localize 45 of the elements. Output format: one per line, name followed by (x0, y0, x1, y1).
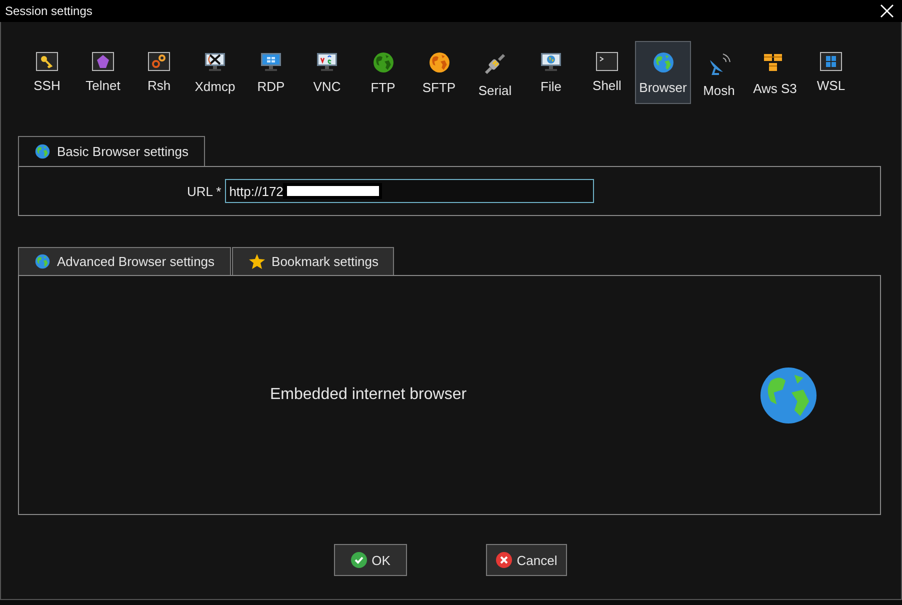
panel-text: Embedded internet browser (270, 386, 467, 404)
protocol-button[interactable]: Mosh (691, 41, 747, 104)
close-icon (880, 4, 894, 18)
check-icon (350, 552, 367, 568)
close-button[interactable] (880, 4, 894, 18)
protocol-button[interactable]: Serial (467, 41, 523, 104)
settings-tab[interactable]: Bookmark settings (232, 247, 394, 275)
settings-tab[interactable]: Advanced Browser settings (18, 247, 231, 275)
protocol-button[interactable]: Xdmcp (187, 41, 243, 104)
protocol-button[interactable]: FTP (355, 41, 411, 104)
protocol-button[interactable]: RDP (243, 41, 299, 104)
globe-icon (652, 52, 674, 73)
protocol-button[interactable]: Aws S3 (747, 41, 803, 104)
protocol-button[interactable]: File (523, 41, 579, 104)
protocol-button[interactable]: Shell (579, 41, 635, 104)
gem-icon (92, 52, 114, 71)
globe-icon (372, 52, 394, 73)
protocol-button[interactable]: VNC (299, 41, 355, 104)
url-label: URL * (187, 184, 222, 198)
protocol-button[interactable]: WSL (803, 41, 859, 104)
globe-icon (428, 52, 450, 73)
window-title: Session settings (5, 4, 92, 18)
vnc-monitor-icon (316, 52, 338, 72)
protocol-button[interactable]: Browser (635, 41, 691, 104)
x-monitor-icon (204, 52, 226, 72)
plug-icon (483, 52, 507, 76)
globe-icon (35, 254, 50, 269)
key-icon (36, 52, 58, 71)
satellite-dish-icon (707, 52, 731, 76)
cancel-button[interactable]: Cancel (486, 544, 567, 576)
star-icon (248, 254, 265, 269)
globe-monitor-icon (540, 52, 562, 72)
globe-icon (759, 366, 818, 424)
ok-button[interactable]: OK (334, 544, 407, 576)
protocol-button[interactable]: SSH (19, 41, 75, 104)
basic-settings-tab[interactable]: Basic Browser settings (18, 136, 204, 166)
protocol-button[interactable]: Telnet (75, 41, 131, 104)
protocol-button[interactable]: SFTP (411, 41, 467, 104)
protocol-button[interactable]: Rsh (131, 41, 187, 104)
gears-icon (148, 52, 170, 71)
windows-monitor-icon (260, 52, 282, 72)
terminal-icon (596, 52, 618, 71)
cancel-icon (496, 552, 512, 568)
windows-logo-icon (820, 52, 842, 71)
globe-icon (35, 144, 50, 159)
